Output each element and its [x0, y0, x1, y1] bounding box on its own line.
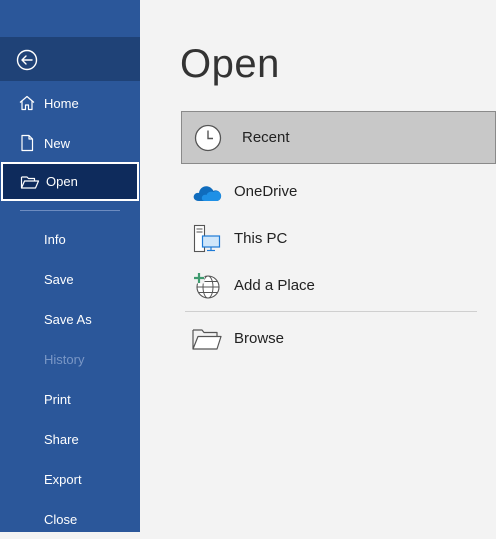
sidebar-item-label: Export — [44, 471, 82, 487]
sidebar-item-label: Close — [44, 511, 78, 527]
home-icon — [18, 94, 44, 112]
location-label: Add a Place — [234, 277, 315, 294]
sidebar-divider — [20, 210, 120, 211]
sidebar-item-share[interactable]: Share — [0, 419, 140, 459]
sidebar-item-home[interactable]: Home — [0, 83, 140, 123]
sidebar-item-label: Save As — [44, 311, 92, 327]
sidebar-item-info[interactable]: Info — [0, 219, 140, 259]
location-browse[interactable]: Browse — [181, 312, 495, 365]
page-title: Open — [180, 42, 280, 86]
location-recent[interactable]: Recent — [181, 111, 496, 164]
sidebar-item-label: Info — [44, 231, 66, 247]
location-onedrive[interactable]: OneDrive — [181, 165, 495, 218]
location-add-a-place[interactable]: Add a Place — [181, 259, 495, 312]
sidebar-item-label: Open — [46, 174, 78, 189]
open-pane: Open Recent OneDrive This PC Add a Place… — [140, 0, 496, 532]
sidebar-item-open[interactable]: Open — [1, 162, 139, 201]
location-label: Browse — [234, 330, 285, 347]
computer-icon — [187, 224, 227, 254]
backstage-sidebar: Home New Open Info Save Save As History … — [0, 0, 140, 532]
clock-icon — [188, 123, 228, 153]
sidebar-item-label: Save — [44, 271, 74, 287]
location-label: OneDrive — [234, 183, 298, 200]
open-folder-icon — [20, 173, 46, 191]
new-document-icon — [18, 134, 44, 152]
sidebar-item-label: New — [44, 135, 71, 151]
sidebar-item-print[interactable]: Print — [0, 379, 140, 419]
sidebar-item-label: Home — [44, 95, 79, 111]
add-place-icon — [187, 271, 227, 301]
sidebar-item-close[interactable]: Close — [0, 499, 140, 539]
sidebar-item-label: Print — [44, 391, 71, 407]
sidebar-item-save-as[interactable]: Save As — [0, 299, 140, 339]
sidebar-item-label: History — [44, 351, 85, 367]
back-button[interactable] — [16, 49, 38, 71]
cloud-icon — [187, 181, 227, 203]
sidebar-item-export[interactable]: Export — [0, 459, 140, 499]
sidebar-item-save[interactable]: Save — [0, 259, 140, 299]
location-this-pc[interactable]: This PC — [181, 212, 495, 265]
location-label: Recent — [242, 129, 290, 146]
sidebar-item-history: History — [0, 339, 140, 379]
folder-icon — [187, 326, 227, 352]
sidebar-item-new[interactable]: New — [0, 123, 140, 163]
sidebar-item-label: Share — [44, 431, 79, 447]
location-label: This PC — [234, 230, 288, 247]
back-area — [0, 37, 140, 81]
back-arrow-icon — [16, 49, 38, 71]
